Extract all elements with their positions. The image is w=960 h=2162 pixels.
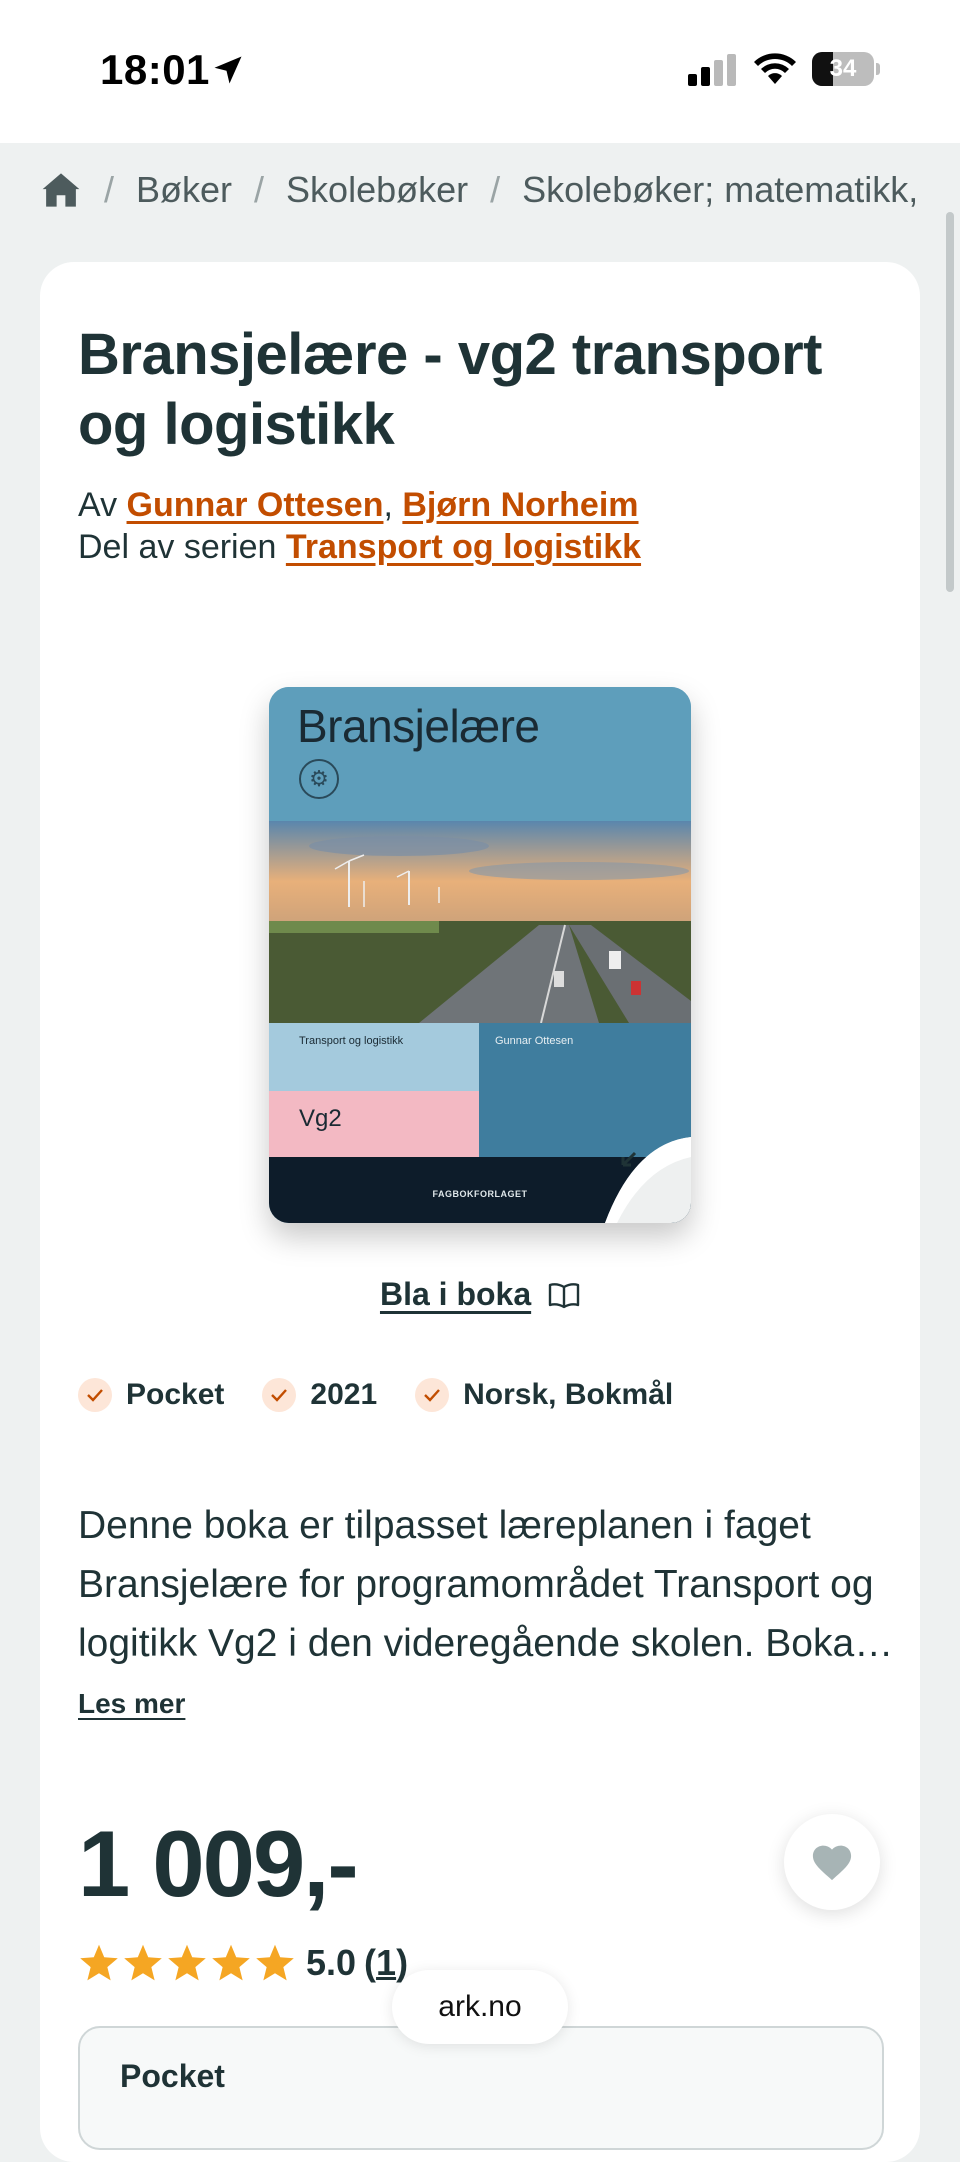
status-bar: 18:01 34 (0, 0, 960, 143)
breadcrumb-separator: / (490, 169, 501, 210)
rating-score: 5.0 (306, 1942, 357, 1983)
cover-gear-icon: ⚙ (299, 759, 339, 799)
cover-title: Bransjelære (297, 700, 540, 752)
star-icon (256, 1944, 294, 1981)
series-line: Del av serien Transport og logistikk (78, 526, 641, 568)
star-icon (168, 1944, 206, 1981)
rating-count-open: ( (364, 1942, 377, 1983)
breadcrumb-item-boker[interactable]: Bøker (136, 169, 232, 211)
tag-year-label: 2021 (310, 1378, 378, 1411)
author-prefix: Av (78, 486, 118, 524)
read-more-link[interactable]: Les mer (78, 1688, 185, 1720)
star-icon (212, 1944, 250, 1981)
location-arrow-icon (214, 56, 242, 84)
star-icon (124, 1944, 162, 1981)
tag-language: Norsk, Bokmål (415, 1378, 673, 1412)
preview-book-label[interactable]: Bla i boka (380, 1276, 531, 1312)
author-separator: , (383, 486, 393, 524)
browser-url-pill[interactable]: ark.no (392, 1970, 568, 2044)
tag-format-label: Pocket (126, 1378, 225, 1411)
status-time: 18:01 (100, 46, 210, 93)
book-cover[interactable]: Bransjelære ⚙ Transport og logistikk Gun… (269, 687, 691, 1223)
author-link-gunnar-ottesen[interactable]: Gunnar Ottesen (127, 486, 384, 524)
battery-icon: 34 (812, 52, 880, 86)
product-rating: 5.0 (1) (78, 1942, 408, 1984)
product-tags: Pocket 2021 Norsk, Bokmål (78, 1378, 673, 1412)
heart-icon (812, 1845, 852, 1881)
wifi-icon (754, 53, 796, 84)
tag-format: Pocket (78, 1378, 224, 1412)
author-line: Av Gunnar Ottesen, Bjørn Norheim (78, 484, 639, 526)
open-book-icon (548, 1283, 580, 1309)
series-prefix: Del av serien (78, 528, 277, 566)
page-curl-expand-icon[interactable] (605, 1137, 691, 1223)
check-icon (78, 1378, 112, 1412)
cellular-signal-icon (688, 54, 736, 86)
cover-author: Gunnar Ottesen (495, 1035, 574, 1047)
check-icon (262, 1378, 297, 1412)
series-link[interactable]: Transport og logistikk (286, 528, 641, 566)
preview-book-link[interactable]: Bla i boka (40, 1276, 920, 1313)
breadcrumb-item-matematikk[interactable]: Skolebøker; matematikk, (522, 169, 918, 211)
battery-percent: 34 (829, 55, 857, 82)
wishlist-button[interactable] (784, 1814, 880, 1910)
tag-language-label: Norsk, Bokmål (463, 1378, 674, 1411)
cover-photo (269, 821, 691, 1023)
breadcrumb-separator: / (254, 169, 265, 210)
product-price: 1 009,- (78, 1811, 359, 1916)
breadcrumb: / Bøker / Skolebøker / Skolebøker; matem… (40, 160, 960, 220)
product-title: Bransjelære - vg2 transport og logistikk (78, 322, 822, 457)
author-link-bjorn-norheim[interactable]: Bjørn Norheim (402, 486, 638, 524)
format-option-pocket[interactable]: Pocket (78, 2026, 884, 2150)
breadcrumb-separator: / (104, 169, 115, 210)
rating-count-link[interactable]: 1 (376, 1942, 396, 1984)
cover-level: Vg2 (299, 1105, 342, 1132)
breadcrumb-item-skoleboker[interactable]: Skolebøker (286, 169, 468, 211)
check-icon (415, 1378, 450, 1412)
cover-series: Transport og logistikk (299, 1035, 404, 1047)
product-card: Bransjelære - vg2 transport og logistikk… (40, 262, 920, 2162)
home-icon[interactable] (40, 169, 82, 211)
page-scrollbar[interactable] (946, 212, 954, 592)
star-icon (80, 1944, 118, 1981)
tag-year: 2021 (262, 1378, 377, 1412)
rating-stars (78, 1943, 296, 1983)
format-option-label: Pocket (120, 2058, 225, 2094)
product-description: Denne boka er tilpasset læreplanen i fag… (78, 1504, 874, 1665)
